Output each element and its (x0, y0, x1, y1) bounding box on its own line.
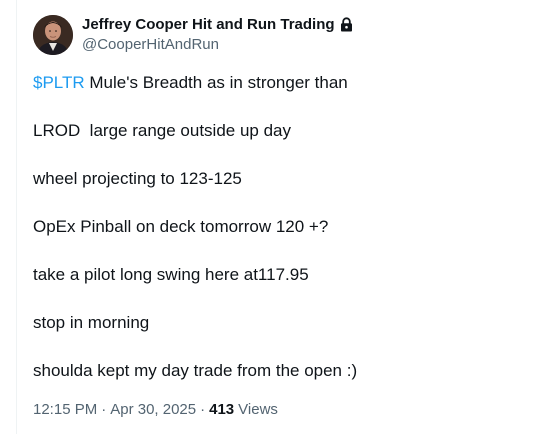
meta-separator: · (200, 401, 206, 418)
cashtag-link[interactable]: $PLTR (33, 73, 85, 92)
tweet-line: wheel projecting to 123-125 (33, 169, 242, 188)
views-count: 413 (209, 401, 235, 418)
tweet-detail: Jeffrey Cooper Hit and Run Trading @Coop… (0, 0, 533, 434)
meta-separator: · (101, 401, 107, 418)
tweet-line: stop in morning (33, 313, 150, 332)
tweet-line: $PLTR Mule's Breadth as in stronger than (33, 72, 513, 94)
tweet-line: shoulda kept my day trade from the open … (33, 361, 358, 380)
author-block: Jeffrey Cooper Hit and Run Trading @Coop… (82, 15, 353, 54)
lock-icon (340, 16, 353, 32)
display-name-row: Jeffrey Cooper Hit and Run Trading (82, 15, 353, 34)
timeline-divider (16, 0, 17, 434)
tweet-text: $PLTR Mule's Breadth as in stronger than… (33, 72, 513, 408)
avatar-image (33, 15, 73, 55)
avatar[interactable] (33, 15, 73, 55)
timestamp-time[interactable]: 12:15 PM (33, 400, 97, 420)
tweet-meta: 12:15 PM · Apr 30, 2025 · 413 Views (33, 400, 278, 420)
tweet-line: LROD large range outside up day (33, 121, 291, 140)
tweet-line-text: Mule's Breadth as in stronger than (84, 73, 348, 92)
tweet-line: take a pilot long swing here at117.95 (33, 265, 309, 284)
views-label: Views (238, 401, 278, 418)
tweet-line: OpEx Pinball on deck tomorrow 120 +? (33, 217, 329, 236)
timestamp-date[interactable]: Apr 30, 2025 (110, 400, 196, 420)
user-handle[interactable]: @CooperHitAndRun (82, 35, 353, 54)
display-name[interactable]: Jeffrey Cooper Hit and Run Trading (82, 15, 335, 34)
